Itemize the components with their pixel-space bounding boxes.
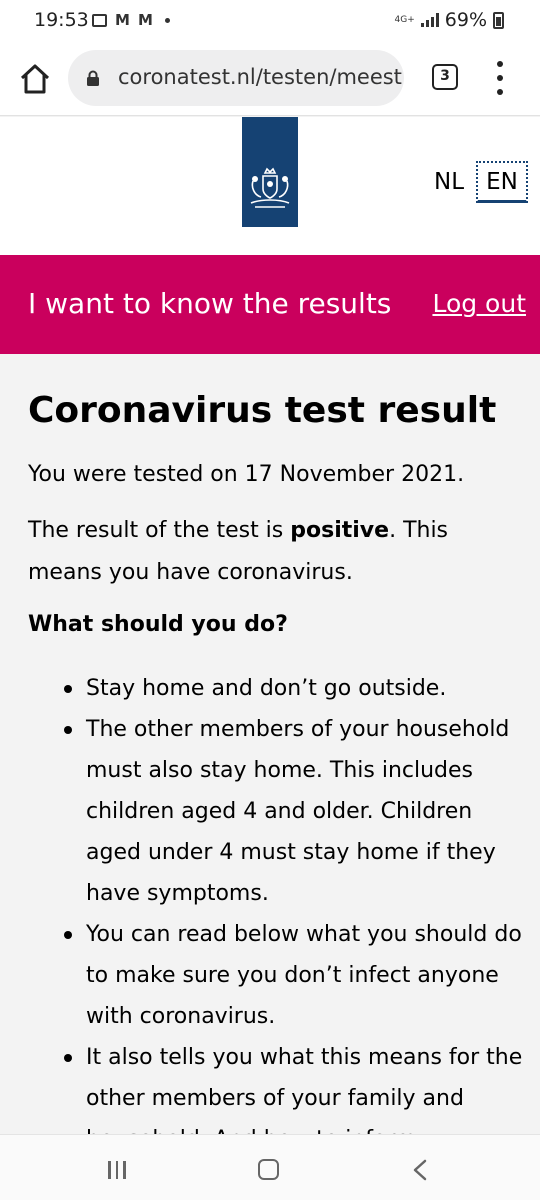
- battery-icon: [493, 11, 504, 29]
- section-heading: What should you do?: [28, 612, 288, 637]
- logout-link[interactable]: Log out: [432, 289, 526, 318]
- signal-icon: [420, 13, 439, 27]
- coat-of-arms-icon: [250, 167, 290, 208]
- recent-apps-icon[interactable]: [108, 1161, 126, 1179]
- network-type: 4G+: [394, 14, 415, 25]
- browser-toolbar: coronatest.nl/testen/meest 3: [0, 44, 540, 116]
- browser-menu-icon[interactable]: [494, 61, 506, 95]
- gmail-icon: M: [137, 11, 153, 29]
- page-title: Coronavirus test result: [28, 390, 497, 431]
- back-icon[interactable]: [412, 1159, 428, 1181]
- gallery-icon: [92, 13, 107, 27]
- more-notifications-icon: [164, 17, 170, 23]
- main-content: Coronavirus test result You were tested …: [0, 354, 540, 1134]
- home-button-icon[interactable]: [258, 1159, 279, 1180]
- result-word: positive: [290, 518, 390, 543]
- status-time: 19:53: [34, 9, 89, 31]
- site-header: NL EN: [0, 117, 540, 255]
- result-text: The result of the test is positive. This…: [28, 510, 528, 594]
- page-banner: I want to know the results Log out: [0, 255, 540, 354]
- gmail-icon: M: [115, 11, 130, 29]
- system-nav-bar: [0, 1134, 540, 1200]
- tested-date-text: You were tested on 17 November 2021.: [28, 462, 465, 487]
- tab-switcher-button[interactable]: 3: [432, 64, 458, 90]
- lock-icon: [87, 70, 99, 86]
- language-en-link[interactable]: EN: [476, 161, 528, 203]
- result-text-before: The result of the test is: [28, 518, 291, 543]
- url-text: coronatest.nl/testen/meest: [118, 65, 402, 89]
- status-right: 4G+ 69%: [395, 9, 504, 31]
- home-icon[interactable]: [18, 62, 52, 96]
- banner-title: I want to know the results: [28, 287, 392, 320]
- advice-list: Stay home and don’t go outside. The othe…: [60, 668, 530, 1134]
- status-bar: 19:53 M M 4G+ 69%: [0, 0, 540, 44]
- address-bar[interactable]: coronatest.nl/testen/meest: [68, 50, 404, 106]
- list-item: Stay home and don’t go outside.: [60, 668, 530, 709]
- battery-percent: 69%: [444, 9, 487, 31]
- list-item: The other members of your household must…: [60, 709, 530, 914]
- rijksoverheid-logo: [242, 117, 298, 227]
- list-item: It also tells you what this means for th…: [60, 1037, 530, 1134]
- language-nl-link[interactable]: NL: [434, 169, 464, 195]
- notification-icons: M M: [92, 11, 170, 29]
- list-item: You can read below what you should do to…: [60, 914, 530, 1037]
